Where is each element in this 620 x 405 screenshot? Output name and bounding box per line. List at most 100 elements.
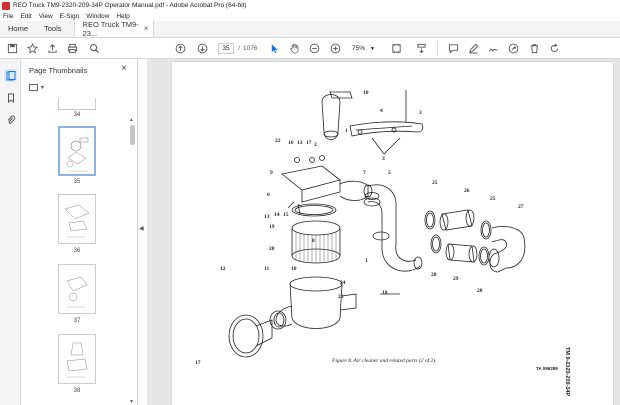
menu-file[interactable]: File (3, 13, 13, 20)
thumbnail-label: 34 (73, 112, 81, 118)
thumbnail-page-selected[interactable] (58, 126, 96, 176)
diagram-callout: 5 (388, 170, 391, 176)
tab-close-icon[interactable]: × (144, 24, 149, 33)
upload-icon[interactable] (46, 42, 59, 55)
tab-home[interactable]: Home (0, 20, 36, 37)
panel-close-icon[interactable]: × (121, 63, 127, 74)
page-number-input[interactable]: 35 (218, 43, 234, 54)
thumbnail-list: 34 35 36 37 38 (21, 98, 129, 403)
diagram-callout: 3 (382, 156, 385, 162)
bookmarks-icon[interactable] (4, 91, 17, 104)
diagram-callout: 24 (340, 280, 346, 286)
scroll-mode-icon[interactable] (415, 42, 428, 55)
diagram-callout: 10 (363, 90, 369, 96)
menu-help[interactable]: Help (116, 13, 129, 20)
tab-document-label: REO Truck TM9-23... (82, 19, 139, 38)
thumbnail-options-button[interactable]: ▾ (29, 84, 44, 91)
diagram-callout: 2 (314, 142, 317, 148)
menu-window[interactable]: Window (86, 13, 109, 20)
diagram-callout: 1 (345, 128, 348, 134)
diagram-callout: 25 (490, 196, 496, 202)
page-separator: / (238, 45, 240, 52)
diagram-callout: 23 (338, 294, 344, 300)
thumbnail-page[interactable] (58, 194, 96, 244)
attachments-icon[interactable] (4, 113, 17, 126)
panel-title: Page Thumbnails (29, 66, 88, 75)
figure-caption: Figure 8. Air cleaner and related parts … (332, 358, 437, 364)
diagram-callout: 13 (297, 140, 303, 146)
diagram-callout: 22 (275, 138, 281, 144)
tab-document[interactable]: REO Truck TM9-23... × (73, 19, 154, 38)
diagram-callout: 11 (264, 266, 270, 272)
zoom-in-icon[interactable] (329, 42, 342, 55)
comment-icon[interactable] (447, 42, 460, 55)
collapse-panel-icon[interactable]: ◀ (139, 225, 147, 237)
diagram-callout: 28 (477, 288, 483, 294)
thumbnail-page[interactable] (58, 334, 96, 384)
title-bar: REO Truck TM9-2320-209-34P Operator Manu… (0, 0, 620, 11)
zoom-out-icon[interactable] (308, 42, 321, 55)
diagram-callout: 15 (283, 212, 289, 218)
thumbnail-page[interactable] (58, 264, 96, 314)
rotate-icon[interactable] (548, 42, 561, 55)
menu-edit[interactable]: Edit (20, 13, 31, 20)
window-title: REO Truck TM9-2320-209-34P Operator Manu… (13, 2, 247, 9)
thumbnail-label: 36 (73, 248, 81, 254)
diagram-callout: 18 (382, 290, 388, 296)
diagram-callout: 29 (453, 276, 459, 282)
left-rail (0, 59, 21, 405)
diagram-callout: 26 (464, 188, 470, 194)
toolbar-divider (437, 42, 438, 55)
diagram-callout: 28 (431, 272, 437, 278)
print-icon[interactable] (66, 42, 79, 55)
save-icon[interactable] (6, 42, 19, 55)
menu-esign[interactable]: E-Sign (60, 13, 80, 20)
tab-bar: Home Tools REO Truck TM9-23... × (0, 19, 620, 38)
select-cursor-icon[interactable] (268, 42, 281, 55)
search-icon[interactable] (88, 42, 101, 55)
diagram-callout: 10 (291, 266, 297, 272)
diagram-callout: 25 (432, 180, 438, 186)
menu-view[interactable]: View (39, 13, 53, 20)
next-page-icon[interactable] (196, 42, 209, 55)
list-options-icon (29, 84, 38, 91)
scroll-down-icon[interactable]: ▼ (129, 399, 134, 405)
diagram-callout: 1 (365, 258, 368, 264)
hand-tool-icon[interactable] (288, 42, 301, 55)
document-area: 10 4 3 1 22 16 13 17 2 3 9 7 5 6 25 26 2… (147, 59, 620, 405)
sign-icon[interactable] (487, 42, 500, 55)
diagram-callout: 17 (306, 140, 312, 146)
diagram-callout: 13 (264, 214, 270, 220)
diagram-callout: 12 (220, 266, 226, 272)
zoom-level-value: 75% (352, 45, 366, 52)
chevron-down-icon: ▾ (41, 85, 45, 91)
acrobat-icon (2, 1, 10, 10)
bookmark-star-icon[interactable] (26, 42, 39, 55)
diagram-callout: 19 (269, 224, 275, 230)
thumbnail-page[interactable] (58, 98, 96, 110)
thumbnail-scrollbar[interactable]: ▲ ▼ (129, 117, 135, 405)
prev-page-icon[interactable] (174, 42, 187, 55)
printed-page-number: 17 (195, 360, 201, 366)
diagram-callout: 16 (288, 140, 294, 146)
diagram-callout: 4 (380, 108, 383, 114)
scroll-up-icon[interactable]: ▲ (129, 117, 134, 123)
tab-tools[interactable]: Tools (36, 20, 70, 37)
exploded-parts-diagram (228, 90, 526, 358)
chevron-down-icon: ▼ (370, 45, 375, 52)
diagram-callout: 14 (274, 212, 280, 218)
document-scrollbar[interactable] (614, 59, 620, 405)
thumbnail-label: 35 (73, 179, 81, 185)
fit-page-icon[interactable] (390, 42, 403, 55)
delete-icon[interactable] (528, 42, 541, 55)
toolbar: 35 / 1076 75% ▼ (0, 38, 620, 59)
thumbnails-panel: Page Thumbnails × ▾ 34 35 36 37 38 ▲ ▼ (21, 59, 138, 405)
share-icon[interactable] (507, 42, 520, 55)
page-thumbnails-icon[interactable] (4, 69, 17, 82)
scrollbar-thumb[interactable] (130, 125, 135, 145)
thumbnail-label: 37 (73, 318, 81, 324)
highlight-icon[interactable] (467, 42, 480, 55)
diagram-callout: 3 (419, 110, 422, 116)
technical-manual-number: TM 9-2320-209-34P (564, 347, 570, 397)
zoom-level-select[interactable]: 75% ▼ (350, 43, 378, 54)
